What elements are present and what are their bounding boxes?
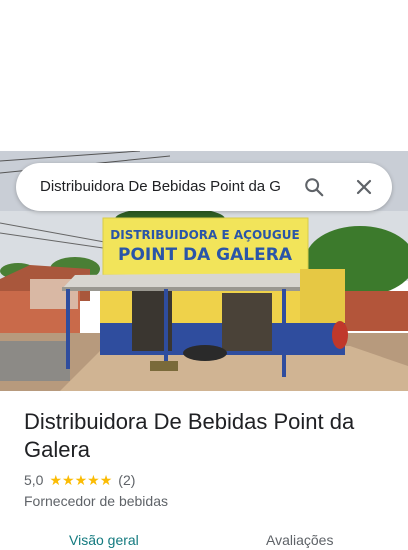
- tab-reviews[interactable]: Avaliações: [266, 530, 333, 550]
- place-title: Distribuidora De Bebidas Point da Galera: [24, 409, 355, 462]
- rating-value: 5,0: [24, 472, 44, 488]
- sign-line-2: POINT DA GALERA: [118, 245, 293, 265]
- search-input[interactable]: Distribuidora De Bebidas Point da G: [40, 177, 288, 197]
- sign-line-1: DISTRIBUIDORA E AÇOUGUE: [110, 228, 299, 242]
- place-category: Fornecedor de bebidas: [24, 493, 168, 509]
- star-icon: ★: [87, 472, 100, 488]
- search-bar[interactable]: Distribuidora De Bebidas Point da G: [16, 163, 392, 211]
- rating-row[interactable]: 5,0 ★ ★ ★ ★ ★ (2): [24, 471, 135, 489]
- close-icon[interactable]: [354, 177, 374, 197]
- star-icon: ★: [74, 472, 88, 488]
- star-icon: ★: [99, 472, 113, 488]
- search-icon[interactable]: [303, 176, 325, 198]
- star-icon: ★: [62, 472, 75, 488]
- tab-overview[interactable]: Visão geral: [69, 530, 139, 550]
- star-rating: ★ ★ ★ ★ ★: [49, 471, 112, 489]
- star-icon: ★: [49, 472, 63, 488]
- review-count[interactable]: (2): [118, 471, 135, 489]
